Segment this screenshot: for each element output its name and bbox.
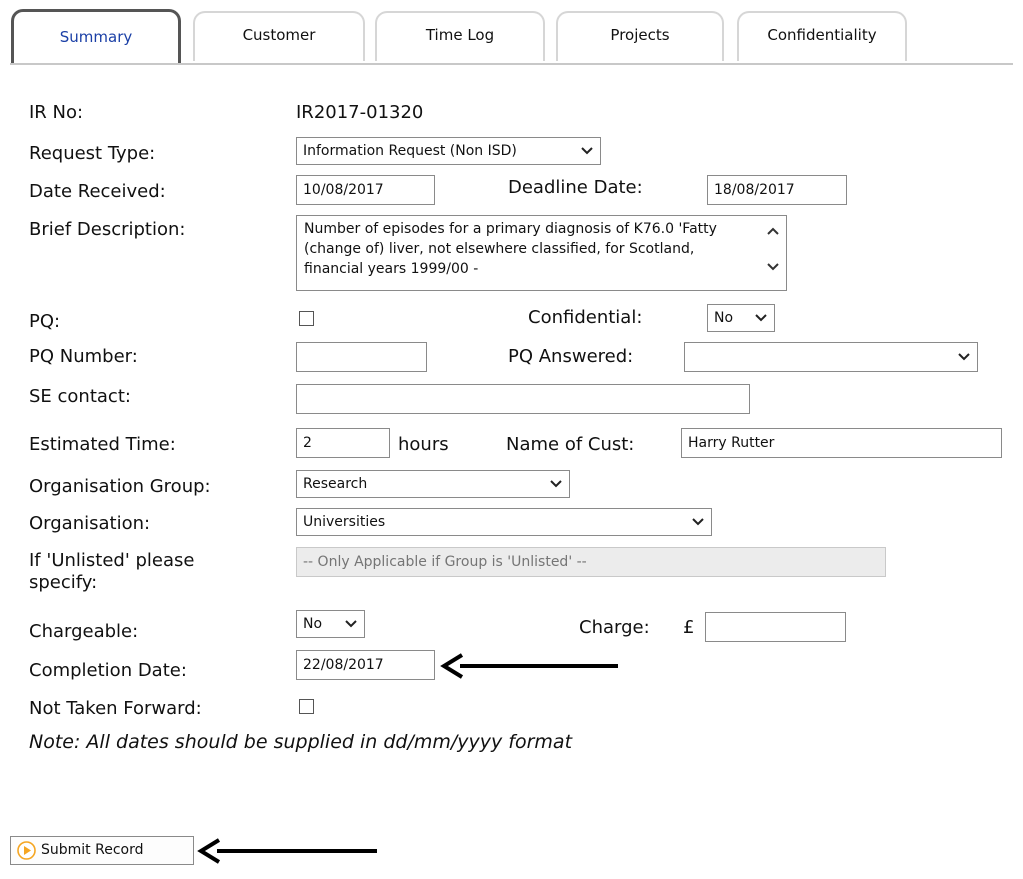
brief-description-textarea[interactable]: Number of episodes for a primary diagnos… xyxy=(296,215,787,291)
hours-label: hours xyxy=(398,434,449,455)
deadline-date-label: Deadline Date: xyxy=(508,177,643,198)
not-taken-forward-label: Not Taken Forward: xyxy=(29,698,202,719)
completion-date-field[interactable] xyxy=(296,650,435,680)
tab-bar: Summary Customer Time Log Projects Confi… xyxy=(0,0,1023,66)
tab-summary[interactable]: Summary xyxy=(11,9,181,63)
deadline-date-field[interactable] xyxy=(707,175,847,205)
pq-checkbox[interactable] xyxy=(299,311,314,326)
estimated-time-field[interactable] xyxy=(296,428,390,458)
play-circle-icon xyxy=(17,841,36,860)
not-taken-forward-checkbox[interactable] xyxy=(299,699,314,714)
tab-projects[interactable]: Projects xyxy=(556,11,724,61)
chevron-down-icon xyxy=(754,305,768,331)
chevron-down-icon xyxy=(549,471,563,497)
brief-description-text: Number of episodes for a primary diagnos… xyxy=(304,221,717,277)
chevron-down-icon xyxy=(957,343,971,371)
date-format-note: Note: All dates should be supplied in dd… xyxy=(29,731,573,753)
estimated-time-label: Estimated Time: xyxy=(29,434,176,455)
chevron-down-icon xyxy=(691,509,705,535)
organisation-select[interactable]: Universities xyxy=(296,508,712,536)
name-of-cust-field[interactable] xyxy=(681,428,1002,458)
ir-no-label: IR No: xyxy=(29,102,84,123)
submit-record-label: Submit Record xyxy=(41,842,144,858)
organisation-group-select[interactable]: Research xyxy=(296,470,570,498)
currency-symbol: £ xyxy=(683,617,695,638)
chargeable-label: Chargeable: xyxy=(29,621,139,642)
ir-no-value: IR2017-01320 xyxy=(296,102,424,123)
left-arrow-icon xyxy=(440,653,620,683)
pq-answered-label: PQ Answered: xyxy=(508,346,634,367)
date-received-field[interactable] xyxy=(296,175,435,205)
pq-label: PQ: xyxy=(29,311,61,332)
textarea-scrollbar[interactable] xyxy=(760,216,786,290)
confidential-label: Confidential: xyxy=(528,307,643,328)
chevron-down-icon xyxy=(344,611,358,637)
left-arrow-icon xyxy=(197,838,379,868)
date-received-label: Date Received: xyxy=(29,181,166,202)
chevron-down-icon xyxy=(580,138,594,164)
pq-number-label: PQ Number: xyxy=(29,346,138,367)
organisation-group-value: Research xyxy=(303,476,368,492)
se-contact-field[interactable] xyxy=(296,384,750,414)
request-type-label: Request Type: xyxy=(29,143,156,164)
tab-confidentiality[interactable]: Confidentiality xyxy=(737,11,907,61)
unlisted-label: If 'Unlisted' please specify: xyxy=(29,550,195,593)
pq-answered-select[interactable] xyxy=(684,342,978,372)
name-of-cust-label: Name of Cust: xyxy=(506,434,635,455)
chargeable-select[interactable]: No xyxy=(296,610,365,638)
confidential-select[interactable]: No xyxy=(707,304,775,332)
charge-label: Charge: xyxy=(579,617,650,638)
tab-divider xyxy=(10,63,1013,65)
brief-description-label: Brief Description: xyxy=(29,219,186,240)
organisation-value: Universities xyxy=(303,514,386,530)
tab-customer[interactable]: Customer xyxy=(193,11,365,61)
chevron-down-icon[interactable] xyxy=(766,260,780,280)
se-contact-label: SE contact: xyxy=(29,386,131,407)
organisation-label: Organisation: xyxy=(29,513,151,534)
chevron-up-icon[interactable] xyxy=(766,224,780,244)
pq-number-field[interactable] xyxy=(296,342,427,372)
tab-time-log[interactable]: Time Log xyxy=(375,11,545,61)
request-type-value: Information Request (Non ISD) xyxy=(303,143,517,159)
request-type-select[interactable]: Information Request (Non ISD) xyxy=(296,137,601,165)
chargeable-value: No xyxy=(303,616,323,632)
completion-date-label: Completion Date: xyxy=(29,660,187,681)
organisation-group-label: Organisation Group: xyxy=(29,476,211,497)
unlisted-field[interactable] xyxy=(296,547,886,577)
charge-field[interactable] xyxy=(705,612,846,642)
submit-record-button[interactable]: Submit Record xyxy=(10,836,194,865)
confidential-value: No xyxy=(714,310,734,326)
